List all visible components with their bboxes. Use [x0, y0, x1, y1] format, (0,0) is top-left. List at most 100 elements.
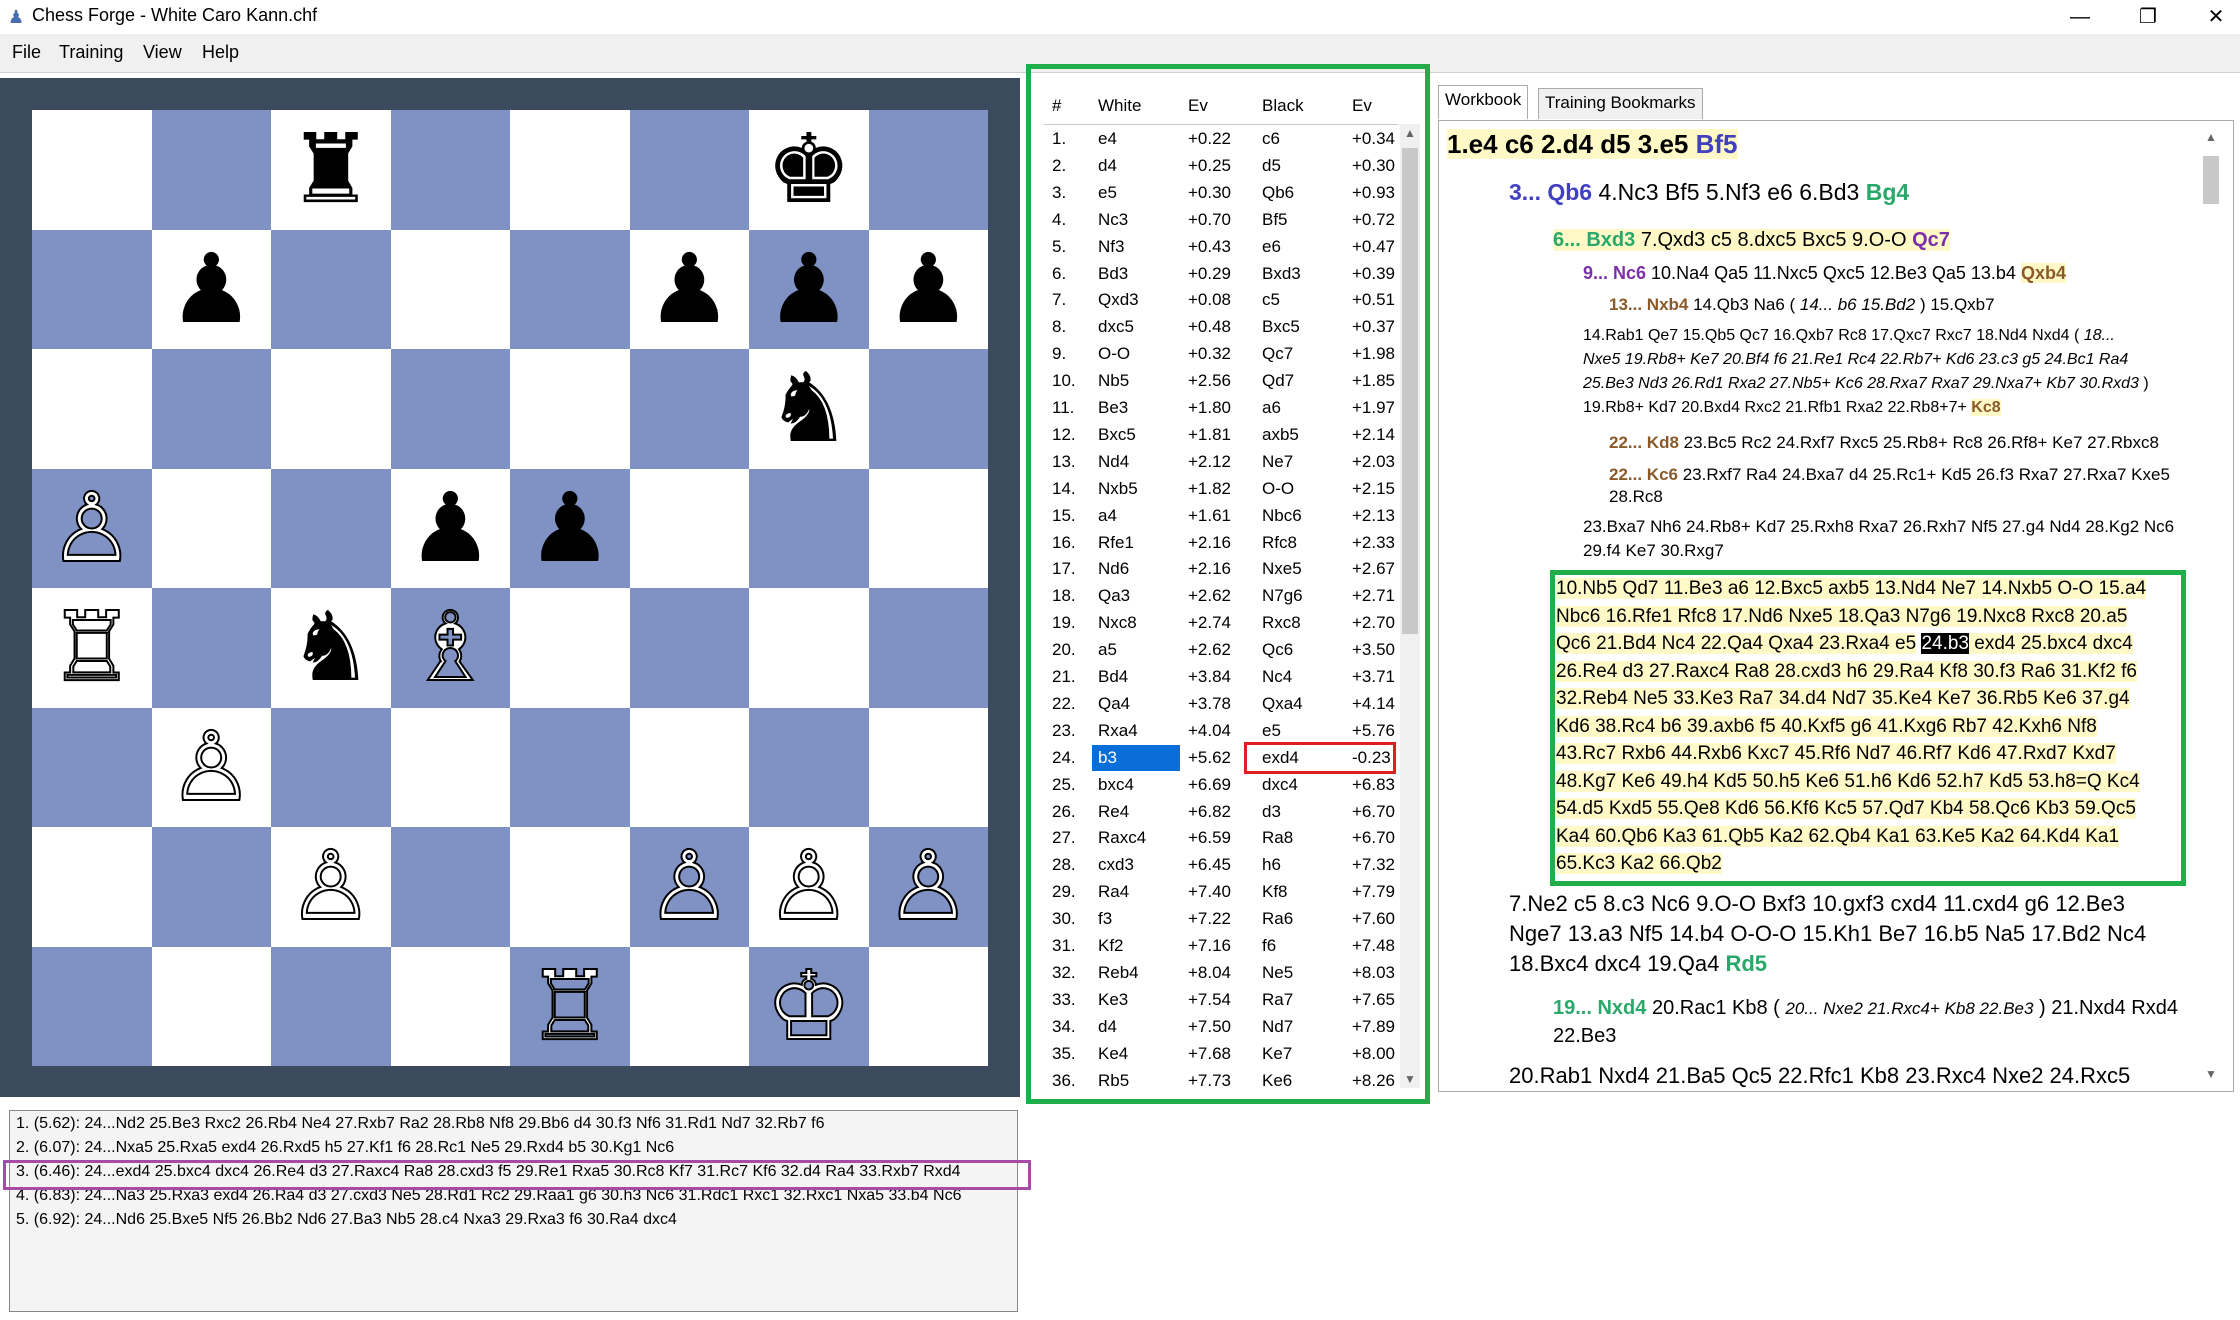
- table-row[interactable]: 25. bxc4 +6.69 dxc4 +6.83: [1044, 772, 1398, 799]
- white-move[interactable]: f3: [1098, 909, 1112, 929]
- moves-scroll-thumb[interactable]: [1402, 148, 1418, 634]
- square-h3[interactable]: [868, 707, 988, 827]
- white-move[interactable]: Nf3: [1098, 237, 1124, 257]
- workbook-line[interactable]: 22.Be3: [1553, 1025, 1616, 1048]
- white-move[interactable]: Ra4: [1098, 882, 1129, 902]
- table-row[interactable]: 8. dxc5 +0.48 Bxc5 +0.37: [1044, 314, 1398, 341]
- table-row[interactable]: 13. Nd4 +2.12 Ne7 +2.03: [1044, 449, 1398, 476]
- black-pawn-icon[interactable]: ♟: [869, 230, 989, 350]
- white-rook-icon[interactable]: ♖: [32, 588, 152, 708]
- square-e7[interactable]: [510, 229, 630, 349]
- workbook-line[interactable]: 29.f4 Ke7 30.Rxg7: [1583, 541, 1724, 561]
- square-d2[interactable]: [390, 827, 510, 947]
- square-d3[interactable]: [390, 707, 510, 827]
- white-pawn-icon[interactable]: ♙: [32, 469, 152, 589]
- square-c6[interactable]: [271, 349, 391, 469]
- black-pawn-icon[interactable]: ♟: [152, 230, 272, 350]
- square-e8[interactable]: [510, 110, 630, 230]
- square-e2[interactable]: [510, 827, 630, 947]
- table-row[interactable]: 16. Rfe1 +2.16 Rfc8 +2.33: [1044, 530, 1398, 557]
- black-move[interactable]: e5: [1262, 721, 1281, 741]
- black-move[interactable]: Qc6: [1262, 640, 1293, 660]
- black-move[interactable]: h6: [1262, 855, 1281, 875]
- table-row[interactable]: 12. Bxc5 +1.81 axb5 +2.14: [1044, 422, 1398, 449]
- black-pawn-icon[interactable]: ♟: [749, 230, 869, 350]
- white-move[interactable]: Nxc8: [1098, 613, 1137, 633]
- square-d6[interactable]: [390, 349, 510, 469]
- white-move[interactable]: Rfe1: [1098, 533, 1134, 553]
- white-move[interactable]: Nxb5: [1098, 479, 1138, 499]
- square-a2[interactable]: [32, 827, 152, 947]
- table-row[interactable]: 15. a4 +1.61 Nbc6 +2.13: [1044, 503, 1398, 530]
- black-move[interactable]: d3: [1262, 802, 1281, 822]
- square-c5[interactable]: [271, 468, 391, 588]
- white-move[interactable]: Kf2: [1098, 936, 1124, 956]
- square-e3[interactable]: [510, 707, 630, 827]
- black-move[interactable]: Ke7: [1262, 1044, 1292, 1064]
- workbook-line[interactable]: 14.Rab1 Qe7 15.Qb5 Qc7 16.Qxb7 Rc8 17.Qx…: [1583, 327, 2115, 345]
- square-a7[interactable]: [32, 229, 152, 349]
- square-h6[interactable]: [868, 349, 988, 469]
- white-move[interactable]: d4: [1098, 1017, 1117, 1037]
- engine-line-2[interactable]: 2. (6.07): 24...Nxa5 25.Rxa5 exd4 26.Rxd…: [16, 1139, 674, 1157]
- scroll-up-icon[interactable]: ▲: [2205, 130, 2217, 144]
- black-move[interactable]: Nc4: [1262, 667, 1292, 687]
- chess-board[interactable]: ♜ ♚ ♟ ♟ ♟ ♟ ♞ ♙ ♟ ♟ ♖ ♞ ♗ ♙ ♙ ♙ ♙ ♙ ♖ ♔: [32, 110, 988, 1066]
- white-move[interactable]: d4: [1098, 156, 1117, 176]
- table-row[interactable]: 34. d4 +7.50 Nd7 +7.89: [1044, 1014, 1398, 1041]
- moves-scrollbar[interactable]: ▲ ▼: [1400, 124, 1420, 1088]
- black-knight-icon[interactable]: ♞: [271, 588, 391, 708]
- black-move[interactable]: axb5: [1262, 425, 1299, 445]
- square-e6[interactable]: [510, 349, 630, 469]
- black-move[interactable]: Nd7: [1262, 1017, 1293, 1037]
- table-row[interactable]: 36. Rb5 +7.73 Ke6 +8.26: [1044, 1068, 1398, 1089]
- white-move[interactable]: b3: [1098, 748, 1117, 768]
- engine-line-1[interactable]: 1. (5.62): 24...Nd2 25.Be3 Rxc2 26.Rb4 N…: [16, 1115, 825, 1133]
- white-move[interactable]: a5: [1098, 640, 1117, 660]
- square-e4[interactable]: [510, 588, 630, 708]
- menu-file[interactable]: File: [6, 38, 47, 67]
- black-knight-icon[interactable]: ♞: [749, 349, 869, 469]
- white-move[interactable]: Reb4: [1098, 963, 1139, 983]
- table-row[interactable]: 7. Qxd3 +0.08 c5 +0.51: [1044, 287, 1398, 314]
- black-pawn-icon[interactable]: ♟: [510, 469, 630, 589]
- workbook-line[interactable]: 19.Rb8+ Kd7 20.Bxd4 Rxc2 21.Rfb1 Rxa2 22…: [1583, 399, 2001, 417]
- white-pawn-icon[interactable]: ♙: [749, 827, 869, 947]
- close-button[interactable]: ✕: [2186, 2, 2240, 32]
- table-row[interactable]: 2. d4 +0.25 d5 +0.30: [1044, 153, 1398, 180]
- square-h5[interactable]: [868, 468, 988, 588]
- table-row[interactable]: 30. f3 +7.22 Ra6 +7.60: [1044, 906, 1398, 933]
- square-f5[interactable]: [629, 468, 749, 588]
- white-pawn-icon[interactable]: ♙: [869, 827, 989, 947]
- workbook-line[interactable]: 7.Ne2 c5 8.c3 Nc6 9.O-O Bxf3 10.gxf3 cxd…: [1509, 891, 2125, 917]
- white-move[interactable]: Raxc4: [1098, 828, 1146, 848]
- table-row[interactable]: 3. e5 +0.30 Qb6 +0.93: [1044, 180, 1398, 207]
- white-move[interactable]: O-O: [1098, 344, 1130, 364]
- black-move[interactable]: Qc7: [1262, 344, 1293, 364]
- workbook-line[interactable]: 22... Kd8 23.Bc5 Rc2 24.Rxf7 Rxc5 25.Rb8…: [1609, 433, 2159, 453]
- white-move[interactable]: Qxd3: [1098, 290, 1139, 310]
- table-row[interactable]: 27. Raxc4 +6.59 Ra8 +6.70: [1044, 825, 1398, 852]
- square-h4[interactable]: [868, 588, 988, 708]
- square-f6[interactable]: [629, 349, 749, 469]
- scroll-down-icon[interactable]: ▼: [2205, 1067, 2217, 1081]
- workbook-scroll-thumb[interactable]: [2203, 156, 2219, 204]
- white-move[interactable]: Rxa4: [1098, 721, 1138, 741]
- square-a1[interactable]: [32, 946, 152, 1066]
- table-row[interactable]: 9. O-O +0.32 Qc7 +1.98: [1044, 341, 1398, 368]
- black-move[interactable]: Bxc5: [1262, 317, 1300, 337]
- workbook-line[interactable]: Nxe5 19.Rb8+ Ke7 20.Bf4 f6 21.Re1 Rc4 22…: [1583, 351, 2128, 369]
- white-move[interactable]: e4: [1098, 129, 1117, 149]
- white-move[interactable]: Ke4: [1098, 1044, 1128, 1064]
- black-move[interactable]: Ne7: [1262, 452, 1293, 472]
- black-move[interactable]: Ne5: [1262, 963, 1293, 983]
- workbook-line[interactable]: 28.Rc8: [1609, 487, 1663, 507]
- white-move[interactable]: cxd3: [1098, 855, 1134, 875]
- black-move[interactable]: Ke6: [1262, 1071, 1292, 1089]
- table-row[interactable]: 6. Bd3 +0.29 Bxd3 +0.39: [1044, 261, 1398, 288]
- white-rook-icon[interactable]: ♖: [510, 947, 630, 1067]
- table-row[interactable]: 29. Ra4 +7.40 Kf8 +7.79: [1044, 879, 1398, 906]
- white-move[interactable]: Bxc5: [1098, 425, 1136, 445]
- black-move[interactable]: N7g6: [1262, 586, 1303, 606]
- workbook-line[interactable]: 20.Rab1 Nxd4 21.Ba5 Qc5 22.Rfc1 Kb8 23.R…: [1509, 1063, 2130, 1089]
